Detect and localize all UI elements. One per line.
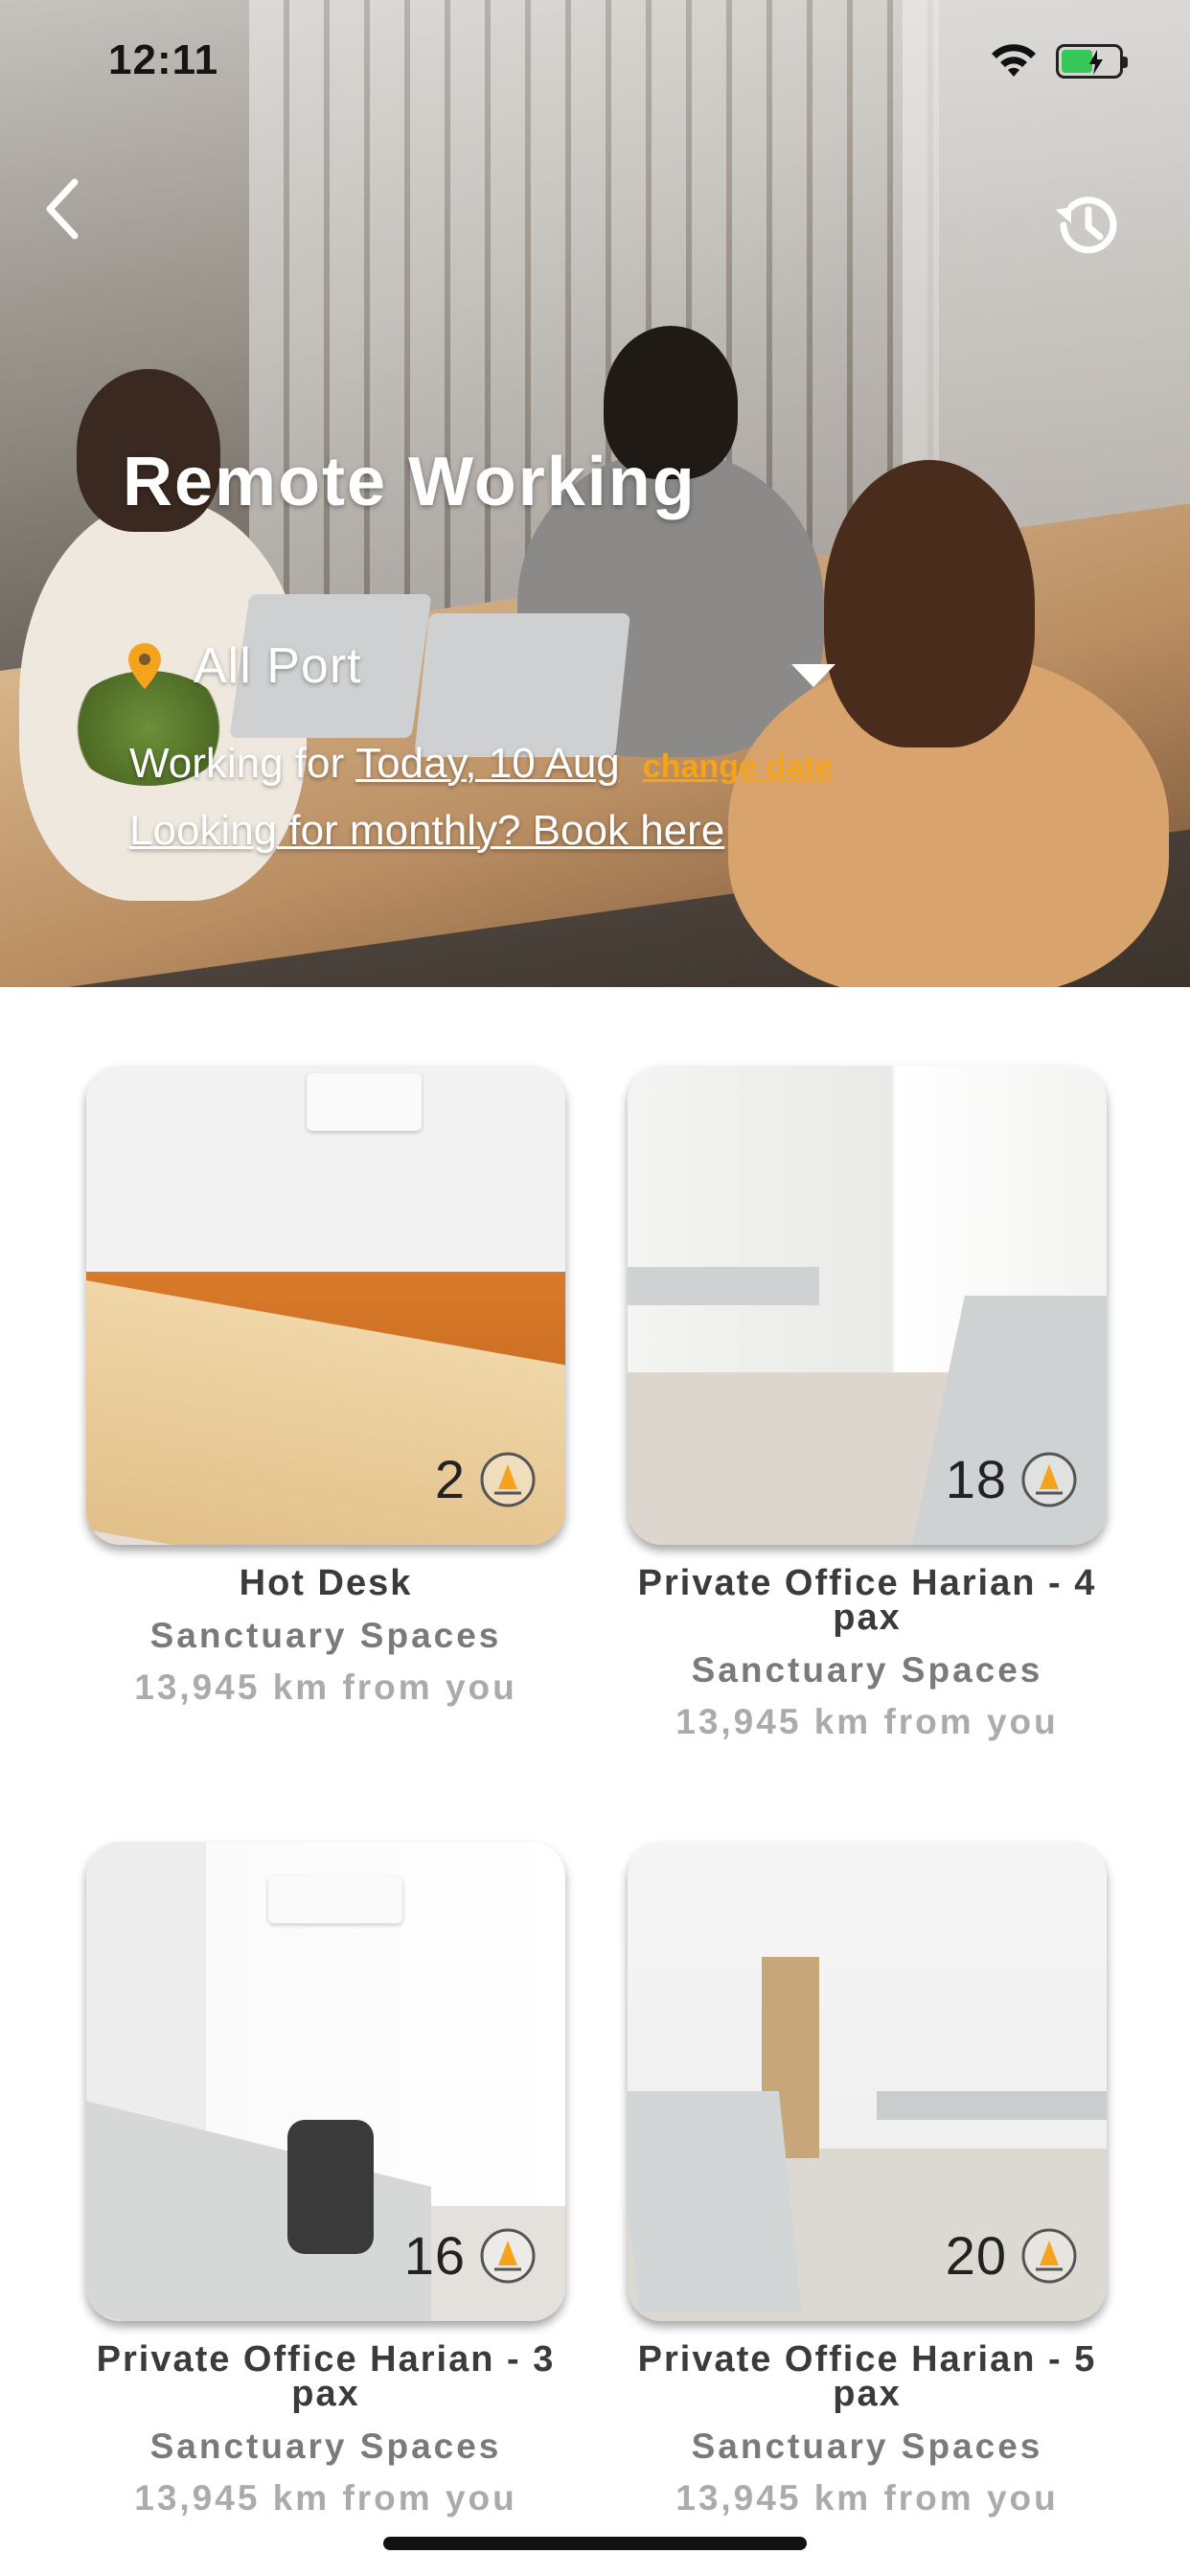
coin-icon (480, 2228, 536, 2283)
availability-badge: 16 (404, 2224, 537, 2287)
listing-photo: 18 (628, 1066, 1107, 1545)
hero-photo-person-head (824, 460, 1035, 748)
listing-vendor: Sanctuary Spaces (149, 1616, 502, 1655)
availability-count: 16 (403, 2225, 466, 2286)
location-label: All Port (194, 638, 362, 694)
listing-distance: 13,945 km from you (675, 1702, 1059, 1741)
working-date-link[interactable]: Today, 10 Aug (355, 740, 620, 788)
coin-icon (1021, 2228, 1077, 2283)
triangle-down-icon[interactable] (791, 664, 835, 687)
status-time: 12:11 (108, 36, 219, 83)
location-pin-icon (128, 643, 161, 689)
listing-vendor: Sanctuary Spaces (691, 2426, 1043, 2466)
listing-title: Private Office Harian - 4 pax (637, 1563, 1097, 1638)
working-label: Working for (129, 740, 345, 787)
listing-title: Private Office Harian - 5 pax (637, 2339, 1097, 2414)
page-title: Remote Working (123, 444, 697, 520)
listing-vendor: Sanctuary Spaces (691, 1650, 1043, 1690)
listing-card[interactable]: 16 Private Office Harian - 3 pax Sanctua… (86, 1842, 565, 2518)
listing-photo: 16 (86, 1842, 565, 2321)
availability-count: 18 (945, 1449, 1007, 1509)
listing-title: Private Office Harian - 3 pax (96, 2339, 556, 2414)
listing-distance: 13,945 km from you (134, 2478, 517, 2518)
working-date-row: Working for Today, 10 Aug change date (129, 740, 833, 788)
listing-distance: 13,945 km from you (675, 2478, 1059, 2518)
availability-badge: 18 (946, 1448, 1078, 1510)
availability-badge: 2 (435, 1448, 537, 1510)
listing-vendor: Sanctuary Spaces (149, 2426, 502, 2466)
monthly-booking-link[interactable]: Looking for monthly? Book here (129, 807, 724, 855)
listing-card[interactable]: 20 Private Office Harian - 5 pax Sanctua… (628, 1842, 1107, 2518)
listing-distance: 13,945 km from you (134, 1668, 517, 1707)
status-icons (989, 42, 1128, 80)
availability-badge: 20 (946, 2224, 1078, 2287)
listing-photo: 20 (628, 1842, 1107, 2321)
home-indicator[interactable] (383, 2537, 807, 2550)
history-icon[interactable] (1048, 187, 1125, 264)
battery-icon (1056, 44, 1128, 79)
availability-count: 20 (945, 2225, 1007, 2286)
listing-card[interactable]: 2 Hot Desk Sanctuary Spaces 13,945 km fr… (86, 1066, 565, 1708)
change-date-link[interactable]: change date (643, 748, 833, 786)
location-selector[interactable]: All Port (126, 637, 362, 695)
listing-title: Hot Desk (239, 1563, 413, 1603)
wifi-icon (992, 44, 1036, 77)
availability-count: 2 (434, 1449, 466, 1509)
hero-photo-laptop (414, 613, 630, 757)
chevron-left-icon[interactable] (36, 171, 94, 247)
coin-icon (480, 1452, 536, 1506)
hero-banner: 12:11 Remote Working All Port Working fo… (0, 0, 1190, 987)
listing-card[interactable]: 18 Private Office Harian - 4 pax Sanctua… (628, 1066, 1107, 1742)
coin-icon (1021, 1452, 1077, 1506)
listing-photo: 2 (86, 1066, 565, 1545)
